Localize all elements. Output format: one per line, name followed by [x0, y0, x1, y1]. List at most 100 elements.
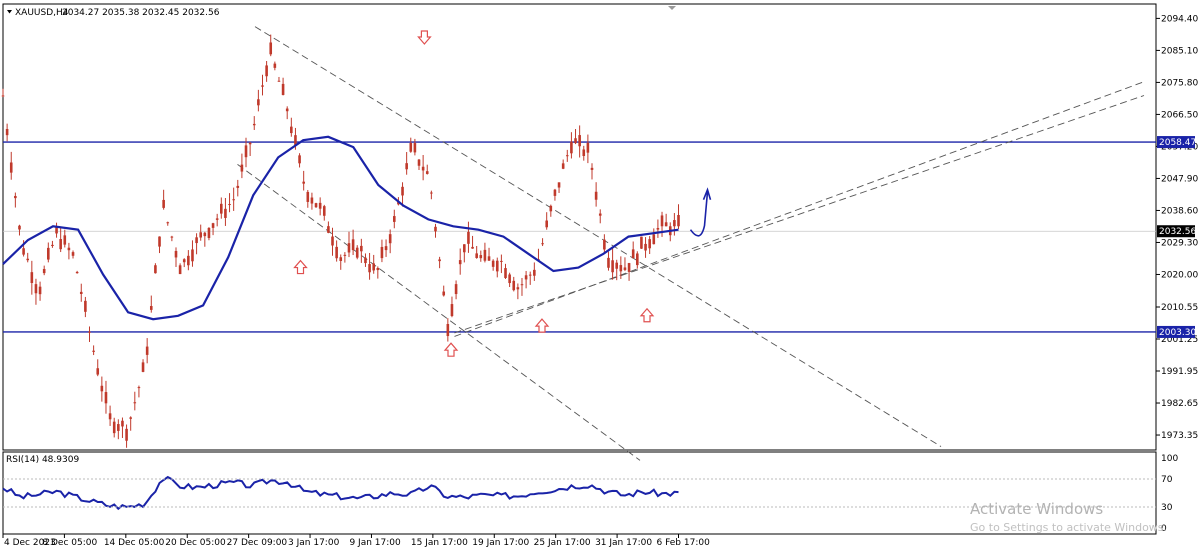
current-price-tag-label: 2032.56 [1159, 227, 1196, 237]
candle-body [244, 145, 248, 158]
price-tick-label: 2038.60 [1161, 206, 1198, 216]
candle-body [578, 135, 581, 147]
time-tick-label: 8 Dec 05:00 [42, 538, 97, 548]
time-tick-label: 6 Feb 17:00 [657, 538, 711, 548]
candle-body [388, 234, 392, 244]
candle-body [500, 260, 503, 262]
candle-body [137, 387, 141, 389]
time-tick-label: 14 Dec 05:00 [104, 538, 165, 548]
level-tag-label: 2003.30 [1159, 328, 1196, 338]
time-tick-label: 31 Jan 17:00 [595, 538, 652, 548]
candle-body [207, 227, 211, 239]
candle-body [34, 284, 38, 294]
candle-body [170, 236, 174, 238]
time-tick-label: 3 Jan 17:00 [288, 538, 340, 548]
candle-body [425, 171, 429, 174]
candle-body [129, 417, 132, 419]
candle-body [133, 402, 137, 404]
candle-body [339, 257, 343, 261]
candle-body [63, 235, 67, 245]
candle-body [364, 257, 367, 264]
candle-body [261, 85, 264, 87]
candle-body [240, 164, 244, 172]
candle-body [636, 253, 639, 266]
candle-body [355, 247, 359, 258]
candle-body [351, 239, 355, 251]
candle-body [5, 128, 9, 136]
time-tick-label: 25 Jan 17:00 [534, 538, 591, 548]
candle-body [331, 236, 334, 246]
candle-body [269, 42, 273, 55]
candle-body [182, 259, 186, 263]
candle-body [59, 239, 62, 250]
candle-body [117, 424, 120, 431]
candle-body [446, 323, 450, 337]
candle-body [615, 262, 619, 269]
ohlc-label: 2034.27 2035.38 2032.45 2032.56 [62, 8, 220, 18]
candle-body [162, 199, 165, 208]
candle-body [220, 203, 223, 214]
candle-body [376, 268, 380, 271]
candle-body [145, 346, 149, 355]
candle-body [302, 181, 305, 184]
price-tick-label: 2066.50 [1161, 110, 1198, 120]
candle-body [211, 223, 215, 228]
candle-body [322, 206, 326, 216]
candle-body [652, 234, 656, 245]
candle-body [285, 108, 289, 112]
candle-body [228, 204, 231, 206]
candle-body [318, 202, 322, 209]
time-tick-label: 15 Jan 17:00 [411, 538, 468, 548]
candle-body [174, 250, 178, 258]
candle-body [533, 269, 536, 276]
candle-body [158, 236, 161, 247]
candle-body [335, 246, 338, 259]
candle-body [660, 215, 664, 227]
candle-body [508, 274, 511, 284]
candle-body [586, 142, 590, 153]
rsi-tick-label: 100 [1161, 454, 1178, 464]
candle-body [96, 368, 100, 375]
candle-body [434, 226, 437, 232]
candle-body [51, 244, 54, 247]
time-axis: 4 Dec 20238 Dec 05:00 14 Dec 05:00 20 Dec … [2, 534, 711, 548]
candle-body [438, 259, 441, 262]
time-tick-label: 9 Jan 17:00 [349, 538, 401, 548]
candle-body [594, 191, 598, 200]
candle-body [516, 287, 520, 290]
candle-body [343, 254, 347, 256]
candle-body [108, 413, 112, 420]
candle-body [18, 225, 21, 230]
rsi-tick-label: 70 [1161, 475, 1173, 485]
candle-body [257, 99, 260, 106]
price-tick-label: 1973.35 [1161, 431, 1198, 441]
candle-body [664, 222, 668, 227]
candle-body [553, 189, 557, 196]
chart-canvas: 2094.402085.102075.802066.502057.202047.… [1, 3, 1198, 548]
candle-body [405, 163, 408, 170]
candle-body [310, 197, 314, 204]
candle-body [121, 420, 124, 427]
watermark-title: Activate Windows [970, 500, 1103, 518]
candle-body [26, 258, 30, 261]
candle-body [673, 220, 676, 227]
candle-body [154, 265, 157, 274]
price-tick-label: 2047.90 [1161, 174, 1198, 184]
candle-body [619, 265, 623, 272]
candle-body [384, 246, 388, 251]
candle-body [648, 239, 651, 249]
candle-body [380, 246, 384, 259]
candle-body [627, 263, 631, 272]
price-tick-label: 1982.65 [1161, 399, 1198, 409]
candle-body [471, 246, 474, 249]
candle-body [306, 191, 310, 202]
level-tag-label: 2058.47 [1159, 138, 1196, 148]
candle-body [372, 263, 376, 271]
rsi-tick-label: 30 [1161, 503, 1173, 513]
candle-body [467, 231, 470, 244]
candle-body [561, 163, 565, 169]
candle-body [417, 159, 421, 166]
candle-body [458, 260, 462, 265]
candle-body [528, 274, 532, 276]
candle-body [84, 300, 87, 312]
